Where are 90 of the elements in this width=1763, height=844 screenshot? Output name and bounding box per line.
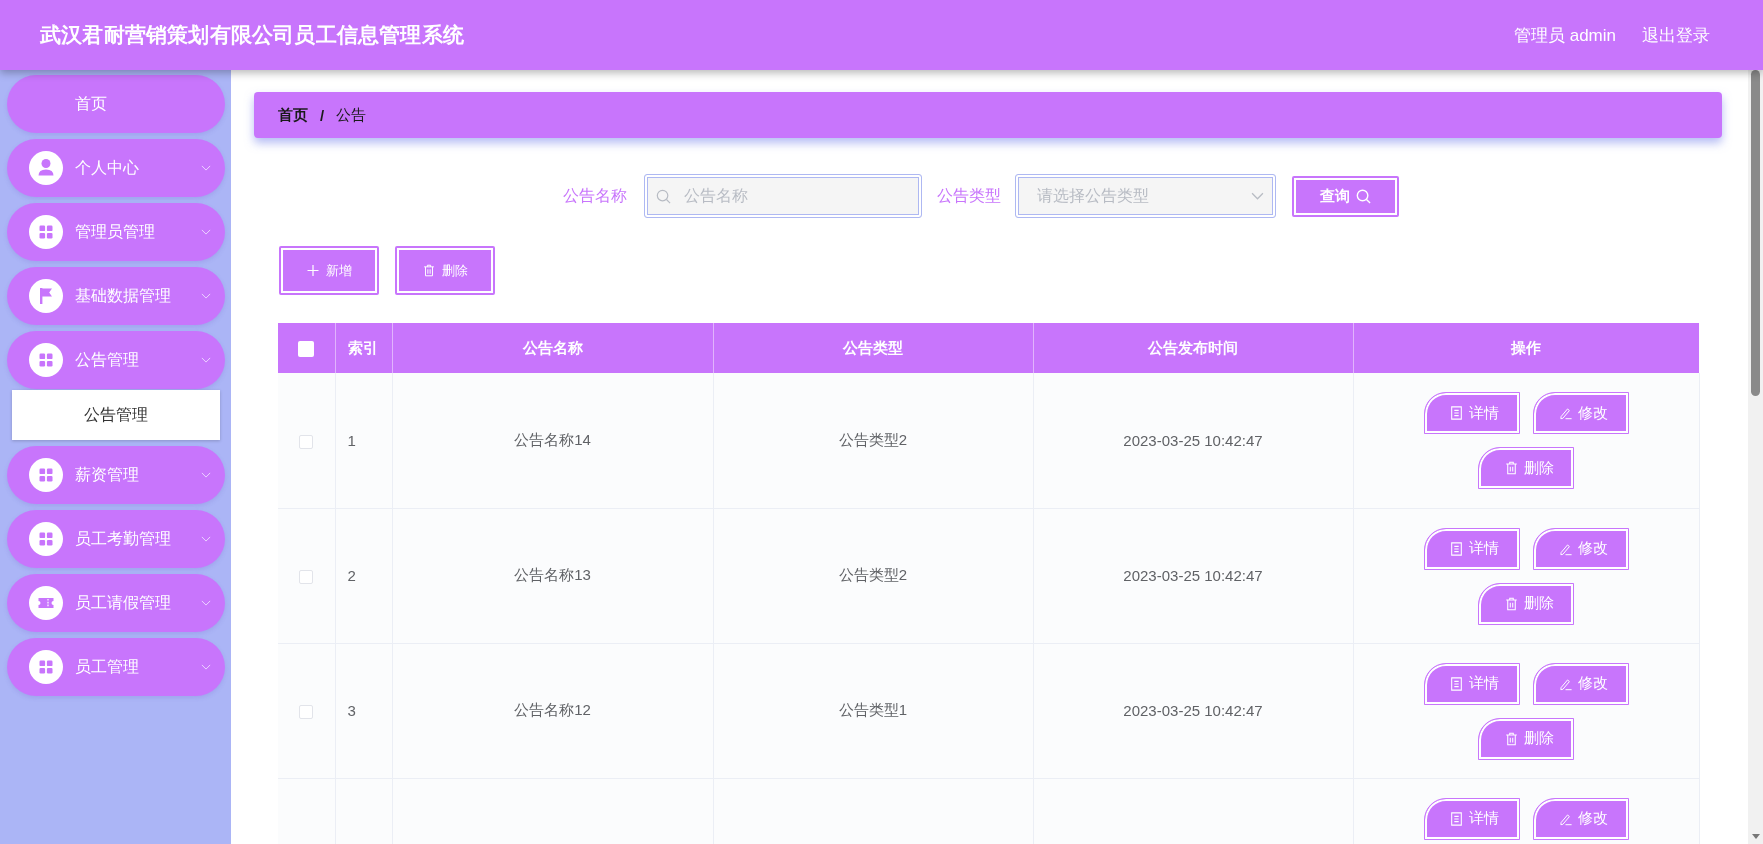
- name-input-field[interactable]: 公告名称: [644, 174, 922, 218]
- grid-icon: [29, 343, 63, 377]
- plus-icon: [306, 264, 319, 277]
- column-header: 公告类型: [713, 323, 1033, 373]
- menu-item[interactable]: 员工请假管理: [7, 574, 225, 632]
- search-field-label: 公告类型: [937, 185, 1001, 206]
- breadcrumb-link[interactable]: 首页: [278, 105, 308, 125]
- add-button[interactable]: 新增: [279, 246, 379, 295]
- query-button[interactable]: 查询: [1292, 175, 1399, 217]
- document-icon: [1450, 406, 1463, 420]
- column-header: 索引: [335, 323, 392, 373]
- chevron-down-icon: [201, 536, 211, 542]
- grid-icon: [29, 650, 63, 684]
- search-icon: [1356, 188, 1371, 204]
- chevron-down-icon: [201, 165, 211, 171]
- submenu-item[interactable]: 公告管理: [12, 390, 220, 440]
- menu-item[interactable]: 薪资管理: [7, 446, 225, 504]
- flag-icon: [29, 279, 63, 313]
- chevron-down-icon: [201, 472, 211, 478]
- table-cell: 公告类型2: [713, 508, 1033, 643]
- table-cell: 公告名称12: [392, 643, 713, 778]
- breadcrumb-separator: /: [320, 106, 325, 124]
- edit-button[interactable]: 修改: [1532, 527, 1629, 570]
- table-cell: 公告名称14: [392, 373, 713, 508]
- pencil-icon: [1559, 541, 1572, 556]
- trash-icon: [1504, 731, 1518, 746]
- grid-icon: [29, 458, 63, 492]
- delete-button[interactable]: 删除: [1478, 717, 1574, 760]
- chevron-down-icon: [201, 293, 211, 299]
- document-icon: [1450, 676, 1463, 691]
- menu-item[interactable]: 公告管理: [7, 331, 225, 389]
- document-icon: [1450, 811, 1463, 826]
- row-checkbox[interactable]: [299, 705, 314, 719]
- user-icon: [29, 151, 63, 185]
- delete-button[interactable]: 删除: [1478, 582, 1574, 625]
- edit-button[interactable]: 修改: [1532, 662, 1629, 705]
- site-title: 武汉君耐营销策划有限公司员工信息管理系统: [40, 22, 464, 48]
- grid-icon: [29, 522, 63, 556]
- detail-button[interactable]: 详情: [1423, 527, 1520, 570]
- trash-icon: [422, 264, 435, 277]
- column-header: 公告名称: [392, 323, 713, 373]
- detail-button[interactable]: 详情: [1423, 392, 1520, 434]
- row-checkbox[interactable]: [299, 434, 314, 449]
- table-cell: 2: [335, 508, 392, 643]
- pencil-icon: [1559, 676, 1572, 691]
- menu-item[interactable]: 首页: [7, 75, 225, 133]
- scrollbar-thumb[interactable]: [1751, 70, 1760, 396]
- delete-button[interactable]: 删除: [395, 246, 495, 295]
- breadcrumb-current: 公告: [336, 105, 367, 125]
- menu-item[interactable]: 员工管理: [7, 638, 225, 696]
- chevron-down-icon: [201, 664, 211, 670]
- search-icon: [656, 189, 671, 204]
- table-cell: 3: [335, 643, 392, 778]
- table-cell: 公告类型1: [713, 643, 1033, 778]
- search-field-label: 公告名称: [563, 185, 627, 206]
- detail-button[interactable]: 详情: [1423, 662, 1520, 705]
- table-cell: 2023-03-25 10:42:47: [1033, 508, 1353, 643]
- dropdown-caret-icon: [1251, 192, 1264, 200]
- menu-item[interactable]: 管理员管理: [7, 203, 225, 261]
- delete-button[interactable]: 删除: [1478, 447, 1574, 489]
- chevron-down-icon: [201, 600, 211, 606]
- table-cell: 2023-03-25 10:42:47: [1033, 373, 1353, 508]
- column-header: 公告发布时间: [1033, 323, 1353, 373]
- table-cell: 公告类型2: [713, 373, 1033, 508]
- detail-button[interactable]: 详情: [1423, 797, 1520, 840]
- table-cell: 2023-03-25 10:42:47: [1033, 643, 1353, 778]
- table-cell: 1: [335, 373, 392, 508]
- grid-icon: [29, 215, 63, 249]
- menu-item[interactable]: 员工考勤管理: [7, 510, 225, 568]
- trash-icon: [1504, 596, 1518, 611]
- edit-button[interactable]: 修改: [1532, 392, 1629, 434]
- chevron-down-icon: [201, 229, 211, 235]
- edit-button[interactable]: 修改: [1532, 797, 1629, 840]
- trash-icon: [1504, 461, 1518, 475]
- column-header: 操作: [1353, 323, 1699, 373]
- scroll-down-arrow-icon[interactable]: [1751, 834, 1760, 839]
- scrollbar[interactable]: [1748, 70, 1763, 844]
- pencil-icon: [1559, 406, 1572, 420]
- document-icon: [1450, 541, 1463, 556]
- menu-item[interactable]: 基础数据管理: [7, 267, 225, 325]
- menu-item[interactable]: 个人中心: [7, 139, 225, 197]
- row-checkbox[interactable]: [299, 570, 314, 584]
- ticket-icon: [29, 586, 63, 620]
- table-cell: 公告名称13: [392, 508, 713, 643]
- logout-link[interactable]: 退出登录: [1642, 23, 1710, 47]
- select-all-checkbox[interactable]: [298, 341, 315, 357]
- type-select-field[interactable]: 请选择公告类型: [1015, 174, 1276, 218]
- chevron-down-icon: [201, 357, 211, 363]
- admin-user-label: 管理员 admin: [1513, 24, 1616, 47]
- pencil-icon: [1559, 811, 1572, 826]
